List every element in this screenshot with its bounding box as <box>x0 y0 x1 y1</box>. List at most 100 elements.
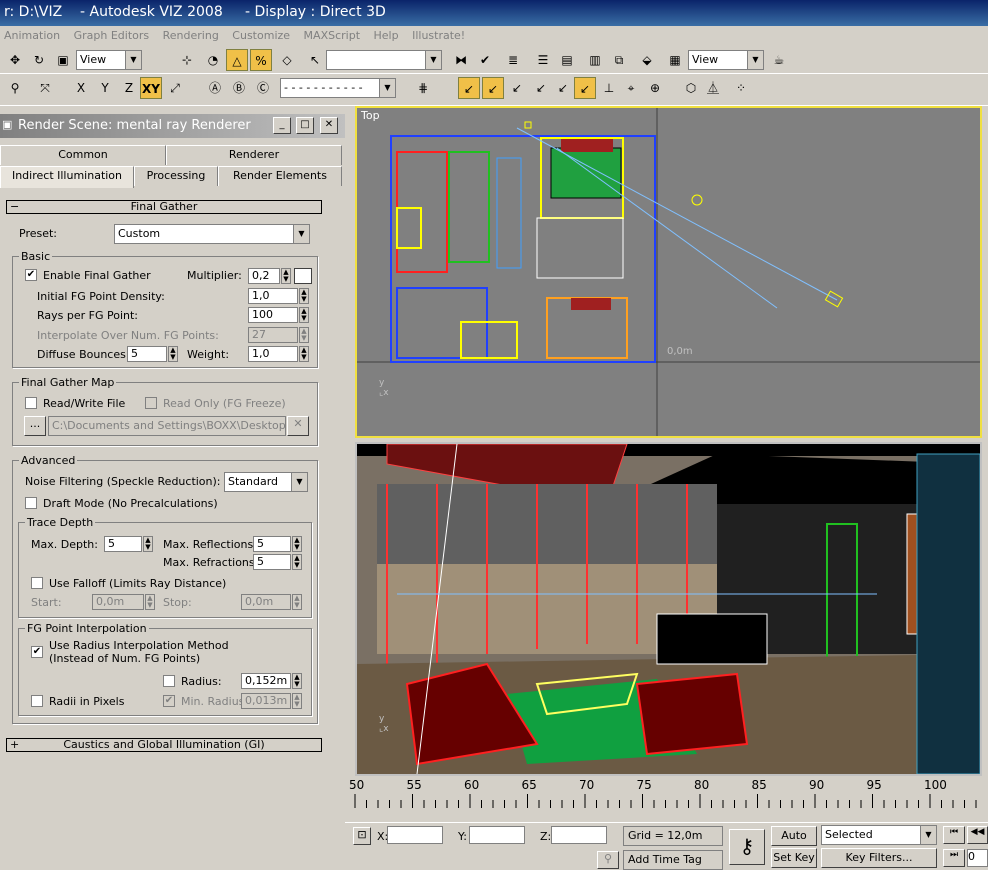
set-key-button[interactable]: Set Key <box>771 848 817 868</box>
use-radius-checkbox[interactable]: ✔ <box>31 646 43 658</box>
snap-icon[interactable]: ◔ <box>202 49 224 71</box>
spinner-snap-icon[interactable]: ◇ <box>276 49 298 71</box>
lock-selection-icon[interactable]: ⊡ <box>353 827 371 845</box>
radius-spinner[interactable]: ▲ ▼ <box>292 673 302 689</box>
key-mode-select[interactable]: Selected ▼ <box>821 825 937 845</box>
rays-input[interactable]: 100 <box>248 307 298 323</box>
obj-paint-b-icon[interactable]: Ⓑ <box>228 77 250 99</box>
align-icon[interactable]: ✔ <box>474 49 496 71</box>
browse-button[interactable]: ... <box>24 416 46 436</box>
scale-icon[interactable]: ▣ <box>52 49 74 71</box>
menu-maxscript[interactable]: MAXScript <box>304 29 360 42</box>
tab-render-elements[interactable]: Render Elements <box>218 166 342 186</box>
camera-viewport[interactable]: Camera05 y⌞x <box>355 442 982 776</box>
enable-fg-checkbox[interactable]: ✔ <box>25 269 37 281</box>
y-coord-input[interactable] <box>469 826 525 844</box>
snap-perp-icon[interactable]: ⊥ <box>598 77 620 99</box>
snap-toggle-a-icon[interactable]: ↙ <box>458 77 480 99</box>
axis-cycle-icon[interactable]: ⤢ <box>164 77 186 99</box>
max-depth-input[interactable]: 5 <box>104 536 142 552</box>
preset-select[interactable]: Custom ▼ <box>114 224 310 244</box>
snap-vertex-icon[interactable]: ↙ <box>506 77 528 99</box>
line-style-select[interactable]: - - - - - - - - - - - ▼ <box>280 78 396 98</box>
key-icon[interactable]: ⚷ <box>729 829 765 865</box>
rotate-icon[interactable]: ↻ <box>28 49 50 71</box>
caustics-rollout-header[interactable]: + Caustics and Global Illumination (GI) <box>6 738 322 752</box>
render-type-icon[interactable]: ▦ <box>664 49 686 71</box>
weight-spinner[interactable]: ▲ ▼ <box>299 346 309 362</box>
snap-edge-icon[interactable]: ↙ <box>530 77 552 99</box>
rays-spinner[interactable]: ▲ ▼ <box>299 307 309 323</box>
menu-help[interactable]: Help <box>374 29 399 42</box>
z-coord-input[interactable] <box>551 826 607 844</box>
axis-y-button[interactable]: Y <box>94 77 116 99</box>
menu-customize[interactable]: Customize <box>232 29 290 42</box>
initial-density-spinner[interactable]: ▲ ▼ <box>299 288 309 304</box>
unlink-icon[interactable]: ⤧ <box>34 77 56 99</box>
axis-x-button[interactable]: X <box>70 77 92 99</box>
angle-snap-icon[interactable]: △ <box>226 49 248 71</box>
minimize-button[interactable]: _ <box>273 117 291 134</box>
key-filters-button[interactable]: Key Filters... <box>821 848 937 868</box>
tab-common[interactable]: Common <box>0 145 166 165</box>
pivot-icon[interactable]: ⊹ <box>176 49 198 71</box>
multiplier-input[interactable]: 0,2 <box>248 268 280 284</box>
obj-paint-a-icon[interactable]: Ⓐ <box>204 77 226 99</box>
reference-coord-select[interactable]: View ▼ <box>76 50 142 70</box>
obj-paint-c-icon[interactable]: Ⓒ <box>252 77 274 99</box>
box-object-icon[interactable]: ⬡ <box>680 77 702 99</box>
snap-midpoint-icon[interactable]: ⌖ <box>620 77 642 99</box>
named-selection-select[interactable]: ▼ <box>326 50 442 70</box>
multiplier-spinner[interactable]: ▲ ▼ <box>281 268 291 284</box>
menu-illustrate[interactable]: Illustrate! <box>412 29 465 42</box>
time-tag-icon[interactable]: ⚲ <box>597 851 619 869</box>
light-icon[interactable]: ⏅ <box>702 77 724 99</box>
curve-editor-icon[interactable]: ☰ <box>532 49 554 71</box>
initial-density-input[interactable]: 1,0 <box>248 288 298 304</box>
max-refl-spinner[interactable]: ▲ ▼ <box>292 536 302 552</box>
color-swatch[interactable] <box>294 268 312 284</box>
current-frame-input[interactable]: 0 <box>967 849 988 867</box>
schematic-icon[interactable]: ▤ <box>556 49 578 71</box>
quick-render-icon[interactable]: ⬙ <box>636 49 658 71</box>
radii-pixels-checkbox[interactable] <box>31 695 43 707</box>
tab-processing[interactable]: Processing <box>134 166 218 186</box>
final-gather-rollout-header[interactable]: − Final Gather <box>6 200 322 214</box>
add-time-tag[interactable]: Add Time Tag <box>623 850 723 870</box>
time-ruler[interactable]: 50 55 60 65 70 75 80 85 90 95 100 <box>345 776 988 824</box>
clear-path-icon[interactable]: ✕ <box>287 416 309 436</box>
diffuse-input[interactable]: 5 <box>127 346 167 362</box>
select-link-icon[interactable]: ⚲ <box>4 77 26 99</box>
menu-animation[interactable]: Animation <box>4 29 60 42</box>
radius-checkbox[interactable] <box>163 675 175 687</box>
close-button[interactable]: ✕ <box>320 117 338 134</box>
axis-xy-button[interactable]: XY <box>140 77 162 99</box>
x-coord-input[interactable] <box>387 826 443 844</box>
snap-grid-icon[interactable]: ⋕ <box>412 77 434 99</box>
previous-frame-icon[interactable]: ◀◀ <box>967 826 988 844</box>
axis-z-button[interactable]: Z <box>118 77 140 99</box>
snap-center-icon[interactable]: ⊕ <box>644 77 666 99</box>
weight-input[interactable]: 1,0 <box>248 346 298 362</box>
menu-rendering[interactable]: Rendering <box>163 29 219 42</box>
draft-mode-checkbox[interactable] <box>25 497 37 509</box>
material-editor-icon[interactable]: ▥ <box>584 49 606 71</box>
key-mode-toggle-icon[interactable]: ⏭ <box>943 849 965 867</box>
tab-indirect-illumination[interactable]: Indirect Illumination <box>0 166 134 188</box>
read-write-checkbox[interactable] <box>25 397 37 409</box>
radius-input[interactable]: 0,152m <box>241 673 291 689</box>
move-icon[interactable]: ✥ <box>4 49 26 71</box>
menu-graph-editors[interactable]: Graph Editors <box>74 29 150 42</box>
render-type-select[interactable]: View ▼ <box>688 50 764 70</box>
noise-select[interactable]: Standard ▼ <box>224 472 308 492</box>
array-icon[interactable]: ⁘ <box>730 77 752 99</box>
max-refr-input[interactable]: 5 <box>253 554 291 570</box>
max-depth-spinner[interactable]: ▲ ▼ <box>143 536 153 552</box>
render-setup-icon[interactable]: ⧉ <box>608 49 630 71</box>
maximize-button[interactable]: □ <box>296 117 314 134</box>
top-viewport[interactable]: Top 0,0m y ⌞x <box>355 106 982 438</box>
teapot-render-icon[interactable]: ☕ <box>768 49 790 71</box>
snap-toggle-b-icon[interactable]: ↙ <box>482 77 504 99</box>
max-refr-spinner[interactable]: ▲ ▼ <box>292 554 302 570</box>
diffuse-spinner[interactable]: ▲ ▼ <box>168 346 178 362</box>
